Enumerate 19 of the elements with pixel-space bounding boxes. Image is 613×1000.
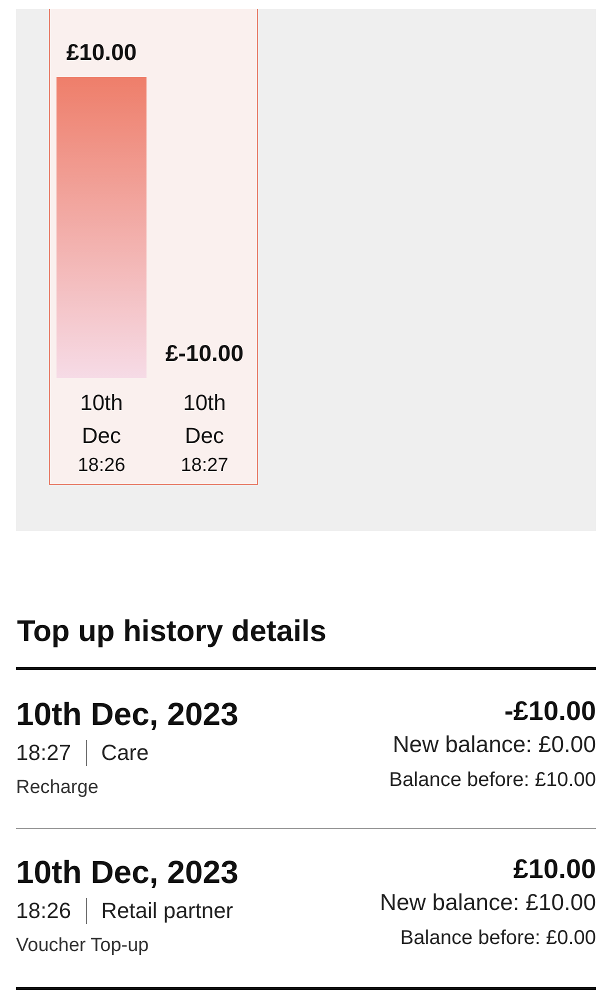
transaction-time: 18:27: [16, 739, 72, 767]
bar-value-label: £10.00: [66, 39, 137, 65]
transaction-date: 10th Dec, 2023: [16, 853, 238, 891]
new-balance-text: New balance: £0.00: [392, 730, 596, 758]
bar-date-label: 10th Dec 18:26: [78, 389, 126, 478]
bar-value-label: £-10.00: [166, 340, 244, 366]
transaction-type: Voucher Top-up: [16, 934, 149, 958]
transaction-amount: -£10.00: [504, 695, 596, 727]
transaction-time: 18:26: [16, 897, 72, 925]
transaction-source: Care: [101, 739, 149, 767]
new-balance-text: New balance: £10.00: [380, 888, 596, 916]
transaction-type: Recharge: [16, 776, 98, 800]
transaction-amount: £10.00: [513, 853, 596, 885]
balance-before-text: Balance before: £10.00: [389, 768, 596, 792]
transaction-source: Retail partner: [101, 897, 234, 925]
bar-date-label: 10th Dec 18:27: [180, 389, 228, 478]
balance-before-text: Balance before: £0.00: [400, 926, 596, 950]
section-heading: Top up history details: [17, 614, 326, 650]
transaction-date: 10th Dec, 2023: [16, 695, 238, 733]
